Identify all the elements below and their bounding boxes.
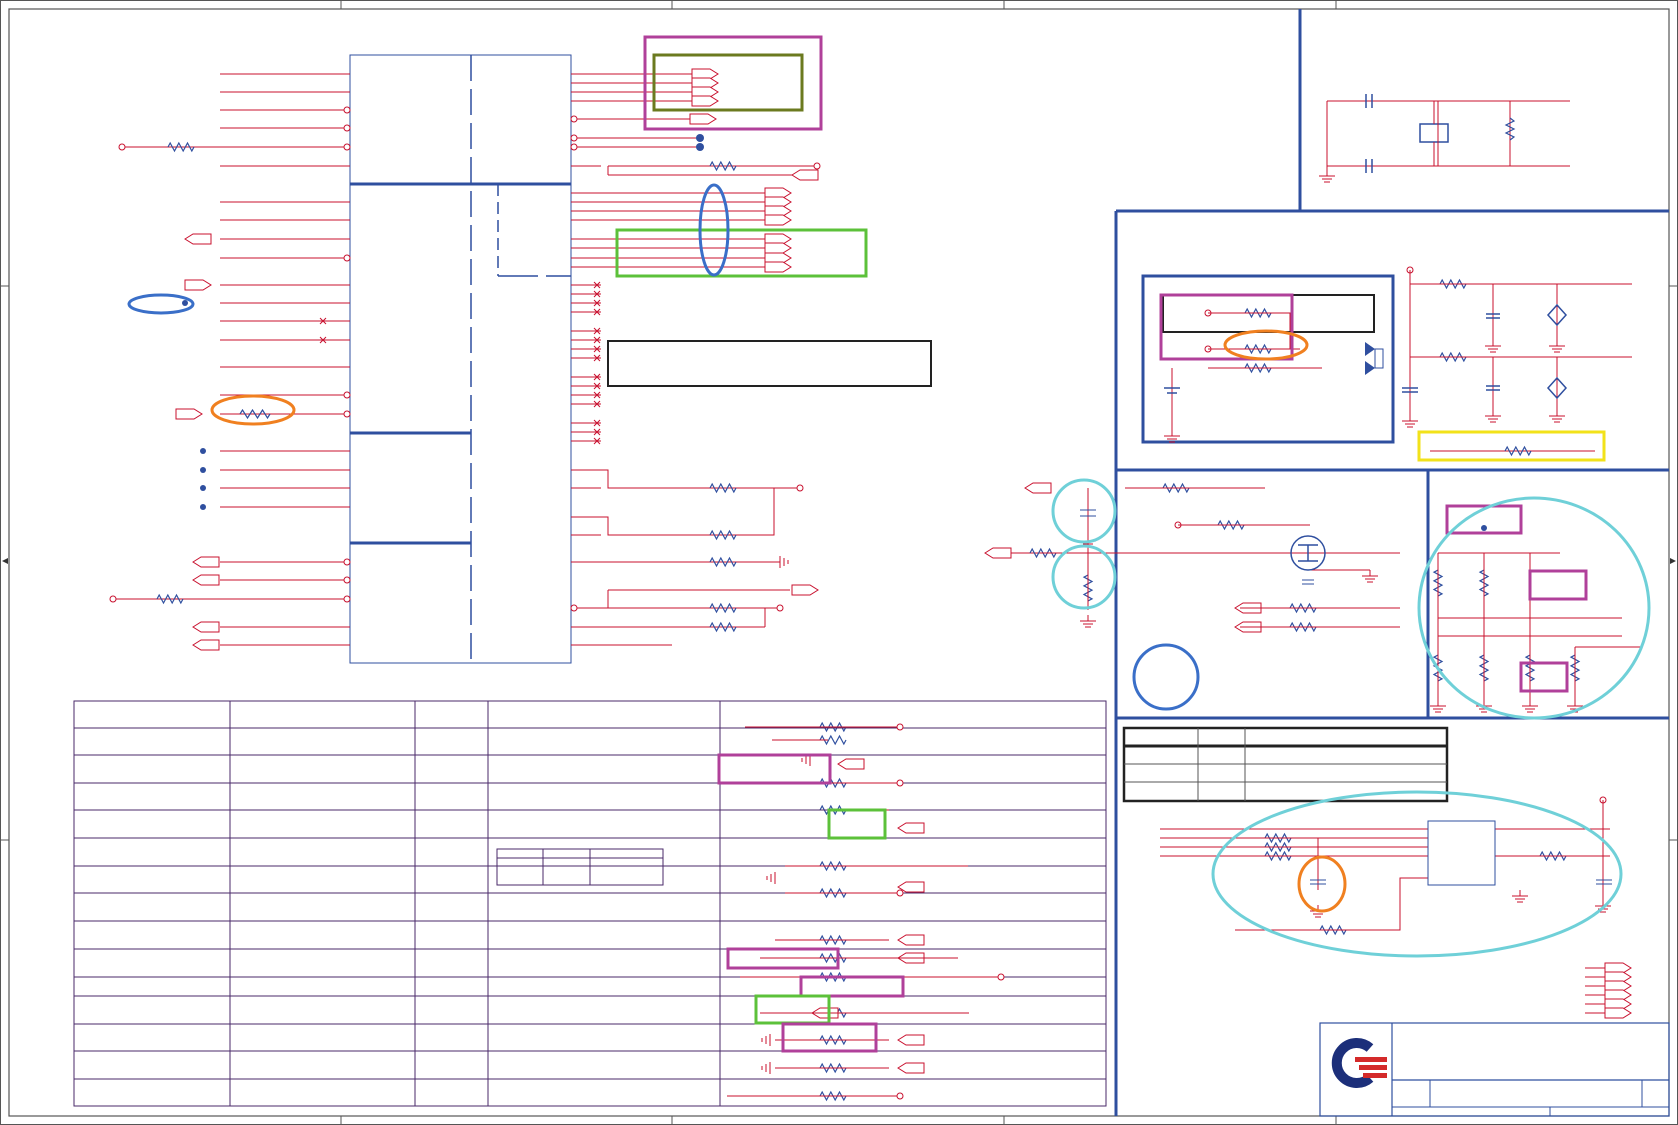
pin-terminal	[896, 779, 904, 787]
pin-terminal	[109, 595, 117, 603]
pin-terminal	[776, 604, 784, 612]
junction-dot	[200, 504, 206, 510]
pin-terminal	[343, 143, 351, 151]
junction-dot	[200, 485, 206, 491]
junction-dot	[696, 134, 704, 142]
junction-dot	[182, 300, 188, 306]
pin-terminal	[343, 595, 351, 603]
pin-terminal	[997, 973, 1005, 981]
pin-terminal	[118, 143, 126, 151]
pin-terminal	[343, 558, 351, 566]
pin-terminal	[570, 115, 578, 123]
pin-terminal	[343, 391, 351, 399]
pin-terminal	[570, 143, 578, 151]
junction-dot	[1481, 525, 1487, 531]
schematic-sheet	[0, 0, 1678, 1125]
junction-dot	[200, 448, 206, 454]
pin-terminal	[570, 134, 578, 142]
pin-terminal	[343, 576, 351, 584]
pin-terminal	[796, 484, 804, 492]
pin-terminal	[570, 604, 578, 612]
junction-dot	[200, 467, 206, 473]
pin-terminal	[343, 106, 351, 114]
pin-terminal	[896, 1092, 904, 1100]
pin-terminal	[813, 162, 821, 170]
pin-terminal	[896, 889, 904, 897]
junction-dot	[696, 143, 704, 151]
pin-terminal	[343, 410, 351, 418]
pin-terminal	[343, 124, 351, 132]
pin-terminal	[343, 254, 351, 262]
pin-terminal	[896, 723, 904, 731]
